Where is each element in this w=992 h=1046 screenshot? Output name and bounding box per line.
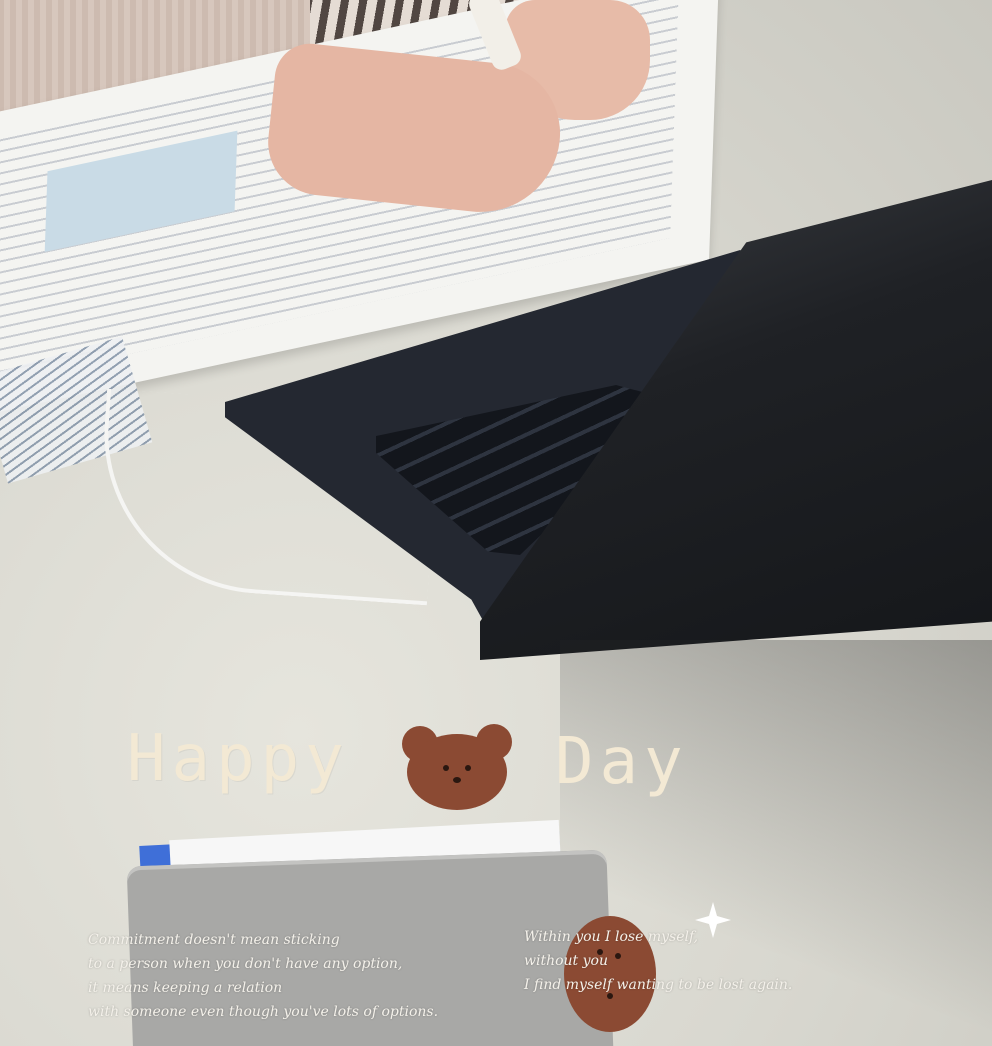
quote-line: it means keeping a relation [88, 980, 283, 996]
happy-text: Happy [127, 722, 350, 796]
quote-line: with someone even though you've lots of … [88, 1004, 439, 1020]
quote-lose-myself: Within you I lose myself, without you I … [524, 925, 792, 997]
day-text: Day [555, 725, 689, 799]
bear-face-icon [402, 724, 512, 810]
quote-line: Commitment doesn't mean sticking [88, 932, 340, 948]
quote-line: Within you I lose myself, [524, 929, 699, 945]
quote-commitment: Commitment doesn't mean sticking to a pe… [88, 928, 438, 1024]
quote-line: I find myself wanting to be lost again. [524, 977, 793, 993]
quote-line: to a person when you don't have any opti… [88, 956, 403, 972]
photo-scene: Happy Day Commitment doesn't mean sticki… [0, 0, 992, 1046]
quote-line: without you [524, 953, 608, 969]
